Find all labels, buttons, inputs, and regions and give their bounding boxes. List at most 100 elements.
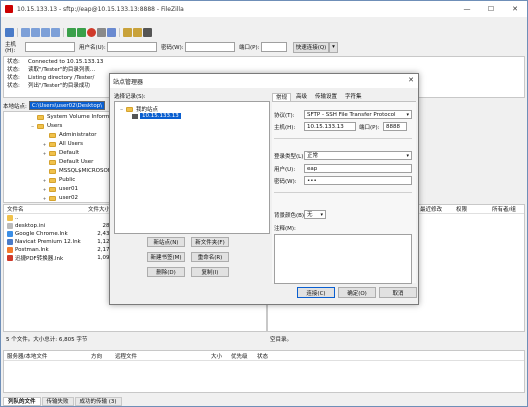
username-input[interactable] [107, 42, 157, 52]
expander-icon[interactable]: + [42, 151, 47, 156]
password-input[interactable] [185, 42, 235, 52]
host-input[interactable] [25, 42, 75, 52]
bg-color-select[interactable]: 无 ▾ [304, 210, 326, 219]
logon-type-label: 登录类型(L): [274, 153, 306, 160]
connect-button[interactable]: 连接(C) [297, 287, 335, 298]
expander-icon[interactable]: + [42, 196, 47, 201]
queue-tab[interactable]: 传输失败 [41, 397, 74, 406]
toggle-log-icon[interactable] [21, 27, 30, 37]
disconnect-icon[interactable] [97, 27, 106, 37]
local-tree-label: user01 [59, 186, 78, 192]
queue-column-header[interactable]: 服务器/本地文件 [4, 352, 88, 360]
maximize-button[interactable]: ☐ [479, 1, 503, 17]
settings-tab[interactable]: 字符集 [342, 93, 365, 101]
logon-type-value: 正常 [307, 153, 319, 159]
local-tree-item[interactable]: + user02 [42, 195, 78, 201]
local-file-name: Google Chrome.lnk [15, 231, 68, 237]
remote-col-owner[interactable]: 所有者/组 [484, 205, 520, 213]
refresh-icon[interactable] [67, 27, 76, 37]
dialog-host-input[interactable]: 10.15.133.13 [304, 122, 356, 131]
queue-column-header[interactable]: 远程文件 [112, 352, 208, 360]
local-tree-item[interactable]: + All Users [42, 141, 83, 147]
queue-column-header[interactable]: 状态 [254, 352, 284, 360]
queue-column-header[interactable]: 大小 [208, 352, 228, 360]
settings-tab[interactable]: 高级 [293, 93, 310, 101]
cancel-icon[interactable] [87, 27, 96, 37]
transfer-queue: 服务器/本地文件 方向 远程文件 大小 优先级 状态 [3, 350, 525, 393]
local-tree-item[interactable]: Administrator [42, 132, 97, 138]
reconnect-icon[interactable] [107, 27, 116, 37]
local-file-name: Navicat Premium 12.lnk [15, 239, 81, 245]
local-tree-item[interactable]: + user01 [42, 186, 78, 192]
new-bookmark-button[interactable]: 新建书签(M) [147, 252, 185, 262]
dialog-port-input[interactable]: 8888 [383, 122, 407, 131]
local-status: 5 个文件。大小总计: 6,805 字节 [6, 337, 88, 343]
toggle-local-tree-icon[interactable] [31, 27, 40, 37]
settings-tab[interactable]: 传输设置 [312, 93, 340, 101]
local-tree-label: MSSQL$MICROSOFT [59, 168, 115, 174]
queue-tab[interactable]: 列队的文件 [3, 397, 41, 406]
new-site-button[interactable]: 新站点(N) [147, 237, 185, 247]
quickconnect-button[interactable]: 快速连接(Q) [293, 41, 329, 53]
quickconnect-bar: 主机(H): 用户名(U): 密码(W): 端口(P): 快速连接(Q) ▾ [1, 39, 527, 55]
local-tree-item[interactable]: MSSQL$MICROSOFT [42, 168, 114, 174]
comment-label: 注释(M): [274, 226, 296, 232]
queue-column-header[interactable]: 方向 [88, 352, 112, 360]
local-tree-item[interactable]: + Default [42, 150, 79, 156]
minimize-button[interactable]: — [455, 1, 479, 17]
local-tree-item[interactable]: − Users [30, 123, 63, 129]
expander-icon[interactable]: − [30, 124, 35, 129]
local-tree-item[interactable]: System Volume Informat [30, 114, 115, 120]
copy-button[interactable]: 复制(I) [191, 267, 229, 277]
logon-type-select[interactable]: 正常 ▾ [304, 151, 412, 160]
local-file-name: 迅捷PDF转换器.lnk [15, 256, 64, 262]
ok-button[interactable]: 确定(O) [338, 287, 376, 298]
folder-icon [126, 106, 133, 112]
search-icon[interactable] [143, 27, 152, 37]
divider [274, 138, 412, 139]
dialog-user-input[interactable]: eap [304, 164, 412, 173]
cancel-button[interactable]: 取消 [379, 287, 417, 298]
remote-col-perms[interactable]: 权限 [446, 205, 484, 213]
local-col-name[interactable]: 文件名 [4, 205, 88, 213]
toggle-queue-icon[interactable] [51, 27, 60, 37]
protocol-row: 协议(T): SFTP - SSH File Transfer Protocol… [274, 110, 412, 119]
site-tree-item[interactable]: 10.15.133.13 [132, 113, 181, 119]
chevron-down-icon: ▾ [406, 153, 409, 159]
settings-tabs: 常规 高级 传输设置 字符集 [272, 93, 367, 101]
toggle-remote-tree-icon[interactable] [41, 27, 50, 37]
rename-button[interactable]: 重命名(R) [191, 252, 229, 262]
compare-icon[interactable] [123, 27, 132, 37]
queue-column-header[interactable]: 优先级 [228, 352, 254, 360]
local-file-name: .. [15, 215, 19, 221]
dialog-password-input[interactable]: ••• [304, 176, 412, 185]
local-tree-label: All Users [59, 141, 83, 147]
process-queue-icon[interactable] [77, 27, 86, 37]
protocol-select[interactable]: SFTP - SSH File Transfer Protocol ▾ [304, 110, 412, 119]
expander-icon[interactable]: + [42, 178, 47, 183]
local-tree-item[interactable]: Default User [42, 159, 93, 165]
collapse-icon[interactable]: − [119, 107, 124, 112]
expander-icon[interactable]: + [42, 142, 47, 147]
port-input[interactable] [261, 42, 287, 52]
quickconnect-history-button[interactable]: ▾ [329, 41, 338, 53]
site-manager-icon[interactable] [5, 27, 14, 37]
local-path-input[interactable]: C:\Users\user02\Desktop\ [28, 101, 106, 110]
queue-tab[interactable]: 成功的传输 (3) [74, 397, 122, 406]
dialog-close-button[interactable]: ✕ [408, 76, 414, 84]
sync-browse-icon[interactable] [133, 27, 142, 37]
general-tab-panel: 协议(T): SFTP - SSH File Transfer Protocol… [272, 101, 416, 284]
settings-tab[interactable]: 常规 [272, 93, 292, 101]
remote-col-modified[interactable]: 最近修改 [420, 205, 446, 213]
logon-type-row: 登录类型(L): 正常 ▾ [274, 151, 412, 160]
site-tree-root[interactable]: − 我的站点 [119, 105, 158, 113]
expander-icon[interactable]: + [42, 187, 47, 192]
bg-color-value: 无 [307, 212, 313, 218]
delete-button[interactable]: 删除(D) [147, 267, 185, 277]
comment-textarea[interactable] [274, 234, 412, 284]
local-tree-item[interactable]: + Public [42, 177, 75, 183]
queue-tabs: 列队的文件 传输失败 成功的传输 (3) [3, 397, 525, 407]
window-controls: — ☐ ✕ [455, 1, 527, 17]
new-folder-button[interactable]: 新文件夹(F) [191, 237, 229, 247]
close-button[interactable]: ✕ [503, 1, 527, 17]
